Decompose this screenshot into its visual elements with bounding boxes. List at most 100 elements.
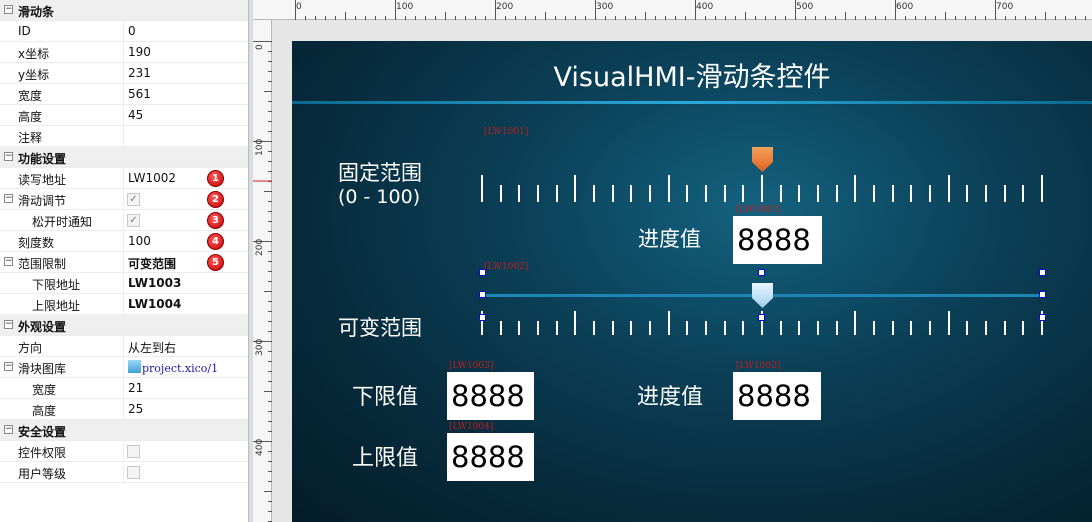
property-row-height[interactable]: 高度 45: [0, 105, 248, 126]
thumb-gallery-link[interactable]: project.xico/1: [142, 362, 218, 375]
property-value[interactable]: 可变范围: [128, 255, 176, 272]
property-value[interactable]: 100: [128, 234, 151, 248]
scale-tick: [966, 185, 968, 202]
section-header-slider[interactable]: − 滑动条: [0, 0, 248, 21]
property-label: 方向: [18, 341, 43, 355]
property-value[interactable]: 从左到右: [128, 339, 176, 356]
scale-tick: [705, 321, 707, 335]
property-row-scale-count[interactable]: 刻度数 100 4: [0, 231, 248, 252]
user-level-checkbox[interactable]: [127, 466, 140, 479]
property-panel: − 滑动条 ID 0 x坐标 190 y坐标 231 宽度 561 高度 45 …: [0, 0, 248, 522]
scale-tick: [854, 311, 856, 335]
callout-badge: 3: [207, 212, 224, 229]
fixed-progress-tag: [LW1001]: [736, 205, 781, 215]
collapse-icon[interactable]: −: [4, 5, 13, 14]
fixed-slider-address-tag: [LW1001]: [484, 127, 529, 137]
property-label: 读写地址: [18, 173, 67, 187]
property-value[interactable]: LW1004: [128, 297, 181, 311]
property-label: 下限地址: [32, 278, 81, 292]
upper-limit-display: 8888: [447, 433, 534, 481]
collapse-icon[interactable]: −: [4, 425, 13, 434]
property-value[interactable]: 21: [128, 381, 143, 395]
scale-tick: [985, 321, 987, 335]
scale-tick: [780, 321, 782, 335]
property-row-lower-address[interactable]: 下限地址 LW1003: [0, 273, 248, 294]
scale-tick: [537, 321, 539, 335]
property-row-thumb-height[interactable]: 高度 25: [0, 399, 248, 420]
notify-on-release-checkbox[interactable]: ✓: [127, 214, 140, 227]
slide-adjust-checkbox[interactable]: ✓: [127, 193, 140, 206]
scale-tick: [574, 311, 576, 335]
scale-tick: [724, 185, 726, 202]
selection-handle[interactable]: [479, 291, 486, 298]
collapse-icon[interactable]: −: [4, 257, 13, 266]
property-row-y[interactable]: y坐标 231: [0, 63, 248, 84]
scale-tick: [910, 185, 912, 202]
property-row-slide-adjust[interactable]: − 滑动调节 ✓ 2: [0, 189, 248, 210]
property-row-user-level[interactable]: 用户等级: [0, 462, 248, 483]
section-label: 功能设置: [18, 152, 67, 166]
selection-handle[interactable]: [758, 269, 765, 276]
property-row-thumb-gallery[interactable]: − 滑块图库 project.xico/1: [0, 357, 248, 378]
scale-tick: [593, 321, 595, 335]
ruler-label: 300: [255, 338, 265, 356]
scale-tick: [705, 185, 707, 202]
property-row-x[interactable]: x坐标 190: [0, 42, 248, 63]
property-label: 高度: [18, 110, 43, 124]
selection-handle[interactable]: [1039, 269, 1046, 276]
scale-tick: [1004, 321, 1006, 335]
property-value[interactable]: LW1002: [128, 171, 176, 185]
property-value[interactable]: 561: [128, 87, 151, 101]
collapse-icon[interactable]: −: [4, 362, 13, 371]
property-value[interactable]: 45: [128, 108, 143, 122]
image-icon: [128, 360, 141, 373]
selection-handle[interactable]: [479, 269, 486, 276]
property-row-id[interactable]: ID 0: [0, 21, 248, 42]
property-value[interactable]: 231: [128, 66, 151, 80]
section-header-appearance[interactable]: − 外观设置: [0, 315, 248, 336]
property-label: 宽度: [18, 89, 43, 103]
control-permission-checkbox[interactable]: [127, 445, 140, 458]
property-label: 注释: [18, 131, 43, 145]
scale-tick: [518, 321, 520, 335]
scale-tick: [948, 175, 950, 202]
property-value[interactable]: 0: [128, 24, 136, 38]
variable-slider-thumb[interactable]: [751, 282, 775, 310]
property-row-thumb-width[interactable]: 宽度 21: [0, 378, 248, 399]
collapse-icon[interactable]: −: [4, 152, 13, 161]
horizontal-ruler: 0 100 200 300 400 500 600 700: [253, 0, 1092, 20]
property-row-width[interactable]: 宽度 561: [0, 84, 248, 105]
collapse-icon[interactable]: −: [4, 194, 13, 203]
property-row-comment[interactable]: 注释: [0, 126, 248, 147]
scale-tick: [612, 321, 614, 335]
property-row-control-permission[interactable]: 控件权限: [0, 441, 248, 462]
collapse-icon[interactable]: −: [4, 320, 13, 329]
property-row-direction[interactable]: 方向 从左到右: [0, 336, 248, 357]
property-row-range-limit[interactable]: − 范围限制 可变范围 5: [0, 252, 248, 273]
variable-range-label: 可变范围: [338, 316, 422, 340]
property-row-upper-address[interactable]: 上限地址 LW1004: [0, 294, 248, 315]
scale-tick: [500, 185, 502, 202]
property-label: x坐标: [18, 47, 50, 61]
property-value[interactable]: LW1003: [128, 276, 181, 290]
scale-tick: [481, 175, 483, 202]
scale-tick: [892, 185, 894, 202]
fixed-slider-thumb[interactable]: [751, 146, 775, 174]
ruler-label: 0: [296, 2, 302, 12]
property-value[interactable]: 190: [128, 45, 151, 59]
property-row-rw-address[interactable]: 读写地址 LW1002 1: [0, 168, 248, 189]
scale-tick: [836, 321, 838, 335]
property-row-notify-on-release[interactable]: 松开时通知 ✓ 3: [0, 210, 248, 231]
selection-handle[interactable]: [1039, 314, 1046, 321]
callout-badge: 1: [207, 170, 224, 187]
selection-handle[interactable]: [479, 314, 486, 321]
vertical-ruler: 0 100 200 300 400: [253, 20, 272, 522]
hmi-screen[interactable]: VisualHMI-滑动条控件 固定范围 (0 - 100) [LW1001] …: [292, 41, 1092, 522]
section-header-function[interactable]: − 功能设置: [0, 147, 248, 168]
property-value[interactable]: 25: [128, 402, 143, 416]
selection-handle[interactable]: [758, 314, 765, 321]
section-header-security[interactable]: − 安全设置: [0, 420, 248, 441]
variable-slider-address-tag: [LW1002]: [484, 262, 529, 272]
selection-handle[interactable]: [1039, 291, 1046, 298]
scale-tick: [966, 321, 968, 335]
